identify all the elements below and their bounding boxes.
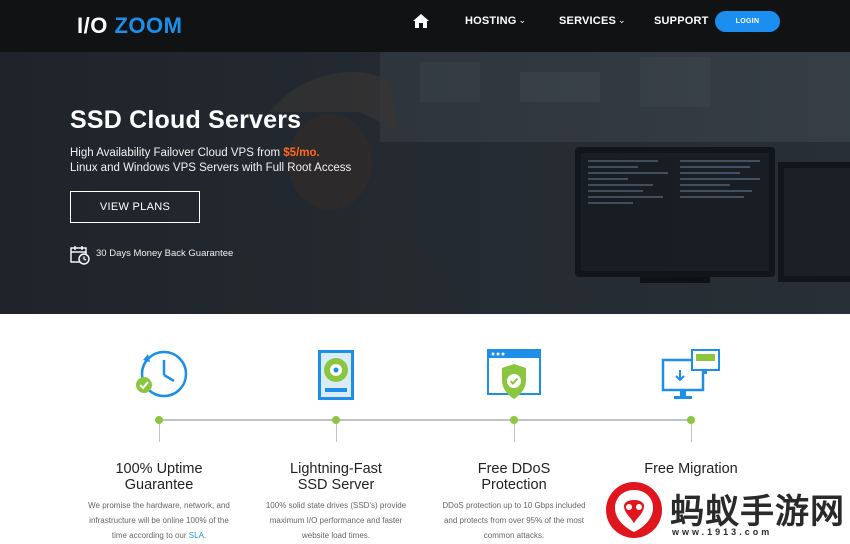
shield-window-icon bbox=[487, 349, 541, 399]
timeline-dot bbox=[332, 416, 340, 424]
uptime-clock-icon bbox=[136, 350, 188, 398]
feature-desc-line: 100% solid state drives (SSD's) provide bbox=[265, 501, 407, 510]
hero-overlay bbox=[0, 52, 850, 314]
feature-desc-text: time according to our bbox=[111, 531, 189, 540]
hero-title: SSD Cloud Servers bbox=[70, 106, 302, 134]
feature-desc-uptime: We promise the hardware, network, and in… bbox=[74, 498, 244, 543]
feature-desc-line: and protects from over 95% of the most bbox=[443, 516, 585, 525]
timeline-dot bbox=[687, 416, 695, 424]
feature-desc-line: website load times. bbox=[301, 531, 371, 540]
chevron-down-icon: ⌄ bbox=[618, 15, 626, 25]
feature-title-line: Protection bbox=[481, 477, 547, 493]
nav-hosting[interactable]: HOSTING ⌄ bbox=[465, 15, 526, 27]
feature-desc-ssd: 100% solid state drives (SSD's) provide … bbox=[251, 498, 421, 543]
top-navbar: I/O ZOOM HOSTING ⌄ SERVICES ⌄ SUPPORT LOGI… bbox=[0, 0, 850, 52]
feature-timeline bbox=[159, 419, 691, 421]
nav-support[interactable]: SUPPORT bbox=[654, 15, 709, 27]
home-icon[interactable] bbox=[413, 14, 429, 28]
timeline-dot bbox=[155, 416, 163, 424]
feature-title-line: Free Migration bbox=[644, 461, 738, 477]
feature-title-line: SSD Server bbox=[297, 477, 375, 493]
timeline-stem bbox=[336, 424, 337, 442]
timeline-stem bbox=[514, 424, 515, 442]
hero-subtitle-text: High Availability Failover Cloud VPS fro… bbox=[70, 147, 284, 159]
feature-title-migration: Free Migration bbox=[601, 461, 781, 477]
migration-monitors-icon bbox=[661, 349, 720, 399]
watermark-url: www.1913.com bbox=[672, 527, 773, 537]
ssd-drive-icon bbox=[318, 350, 354, 400]
feature-title-line: 100% Uptime bbox=[115, 461, 203, 477]
chevron-down-icon: ⌄ bbox=[518, 15, 527, 25]
feature-desc-line: maximum I/O performance and faster bbox=[269, 516, 403, 525]
feature-title-ddos: Free DDoS Protection bbox=[424, 461, 604, 493]
sla-link[interactable]: SLA bbox=[189, 531, 204, 540]
feature-desc-text: . bbox=[203, 531, 207, 540]
feature-title-uptime: 100% Uptime Guarantee bbox=[69, 461, 249, 493]
calendar-clock-icon bbox=[70, 246, 90, 265]
feature-desc-line: common attacks. bbox=[483, 531, 545, 540]
logo-text-io: I/O bbox=[77, 13, 108, 38]
feature-title-line: Free DDoS bbox=[477, 461, 551, 477]
feature-title-line: Guarantee bbox=[124, 477, 194, 493]
money-back-guarantee: 30 Days Money Back Guarantee bbox=[96, 248, 234, 259]
timeline-stem bbox=[691, 424, 692, 442]
nav-hosting-label: HOSTING bbox=[465, 15, 517, 27]
feature-desc-line: DDoS protection up to 10 Gbps included bbox=[442, 501, 586, 510]
view-plans-button[interactable]: VIEW PLANS bbox=[70, 191, 200, 223]
site-logo[interactable]: I/O ZOOM bbox=[77, 13, 182, 39]
timeline-stem bbox=[159, 424, 160, 442]
hero-subtitle-2: Linux and Windows VPS Servers with Full … bbox=[70, 162, 352, 174]
nav-services-label: SERVICES bbox=[559, 15, 617, 27]
feature-desc-line: infrastructure will be online 100% of th… bbox=[89, 516, 229, 525]
hero-subtitle-1: High Availability Failover Cloud VPS fro… bbox=[70, 147, 320, 159]
feature-desc-line: time according to our SLA. bbox=[74, 528, 244, 543]
feature-desc-line: We promise the hardware, network, and bbox=[88, 501, 230, 510]
price-highlight: $5/mo. bbox=[283, 147, 320, 159]
hero-banner: SSD Cloud Servers High Availability Fail… bbox=[0, 52, 850, 314]
feature-title-line: Lightning-Fast bbox=[290, 461, 382, 477]
logo-text-zoom: ZOOM bbox=[114, 13, 183, 38]
feature-title-ssd: Lightning-Fast SSD Server bbox=[246, 461, 426, 493]
watermark-text: 蚂蚁手游网 bbox=[670, 493, 845, 531]
feature-desc-ddos: DDoS protection up to 10 Gbps included a… bbox=[429, 498, 599, 543]
login-button[interactable]: LOGIN bbox=[715, 11, 780, 32]
timeline-dot bbox=[510, 416, 518, 424]
nav-services[interactable]: SERVICES ⌄ bbox=[559, 15, 626, 27]
